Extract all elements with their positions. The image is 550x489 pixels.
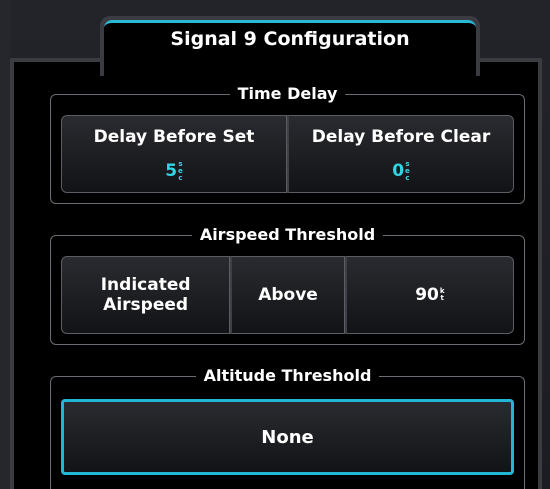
left-edge (0, 0, 10, 489)
delay-before-clear-number: 0 (392, 161, 405, 181)
delay-before-set-button[interactable]: Delay Before Set 5 s e c (61, 115, 287, 193)
airspeed-number: 90 (415, 285, 439, 305)
airspeed-threshold-label-text: Airspeed Threshold (191, 225, 384, 244)
delay-before-set-label: Delay Before Set (93, 126, 255, 147)
airspeed-type-line2: Airspeed (103, 295, 189, 315)
sec-unit: s e c (405, 160, 410, 182)
altitude-threshold-label-text: Altitude Threshold (195, 366, 380, 385)
knots-unit: k t (440, 288, 445, 302)
unit-t: t (440, 294, 444, 302)
airspeed-value: 90 k t (415, 285, 444, 305)
airspeed-value-button[interactable]: 90 k t (344, 256, 514, 334)
page-title: Signal 9 Configuration (170, 28, 410, 50)
airspeed-condition-label: Above (258, 285, 318, 305)
delay-before-clear-label: Delay Before Clear (311, 126, 491, 147)
time-delay-label-text: Time Delay (229, 84, 346, 103)
time-delay-buttons: Delay Before Set 5 s e c Delay Before Cl… (61, 115, 514, 193)
airspeed-type-line1: Indicated (100, 275, 191, 295)
altitude-threshold-button[interactable]: None (61, 399, 514, 475)
airspeed-threshold-group: Airspeed Threshold Indicated Airspeed Ab… (50, 225, 525, 345)
airspeed-threshold-label: Airspeed Threshold (51, 224, 524, 246)
sec-unit: s e c (178, 160, 183, 182)
screen: Signal 9 Configuration Time Delay Delay … (0, 0, 550, 489)
altitude-threshold-label: Altitude Threshold (51, 365, 524, 387)
time-delay-group: Time Delay Delay Before Set 5 s e c Dela… (50, 84, 525, 204)
altitude-threshold-group: Altitude Threshold None (50, 366, 525, 489)
delay-before-set-number: 5 (165, 161, 178, 181)
unit-c: c (178, 173, 183, 182)
delay-before-clear-value: 0 s e c (392, 160, 410, 182)
unit-c: c (405, 173, 410, 182)
airspeed-condition-button[interactable]: Above (230, 256, 345, 334)
delay-before-clear-button[interactable]: Delay Before Clear 0 s e c (287, 115, 514, 193)
airspeed-buttons: Indicated Airspeed Above 90 k t (61, 256, 514, 334)
time-delay-label: Time Delay (51, 83, 524, 105)
delay-before-set-value: 5 s e c (165, 160, 183, 182)
airspeed-type-button[interactable]: Indicated Airspeed (61, 256, 231, 334)
